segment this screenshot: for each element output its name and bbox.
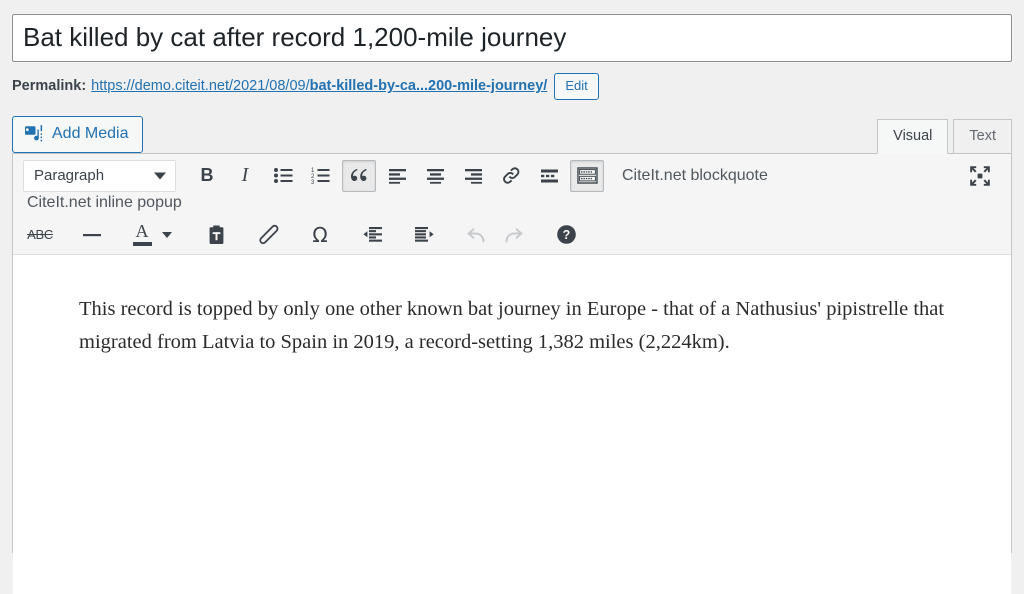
add-media-label: Add Media (52, 124, 129, 142)
toolbar-row-3: ABC A Ω ? (13, 216, 1011, 254)
permalink-url-prefix: https://demo.citeit.net/2021/08/09/ (91, 78, 310, 95)
permalink-label: Permalink: (12, 78, 87, 95)
align-right-icon (464, 168, 483, 184)
numbered-list-icon: 1 2 3 (311, 167, 331, 184)
strikethrough-glyph: ABC (27, 227, 53, 243)
toolbar-row-1: Paragraph B I 1 2 3 CiteIt.net blockquot… (13, 154, 1011, 194)
special-character-button[interactable]: Ω (303, 219, 337, 251)
fullscreen-button[interactable] (963, 160, 997, 192)
redo-button[interactable] (497, 219, 531, 251)
editor-mode-tabs: Visual Text (877, 118, 1012, 154)
strikethrough-button[interactable]: ABC (23, 219, 57, 251)
keyboard-icon (576, 167, 598, 184)
bullet-list-icon (273, 167, 293, 184)
chevron-down-icon (162, 231, 172, 238)
horizontal-line-button[interactable] (75, 219, 109, 251)
permalink-row: Permalink: https://demo.citeit.net/2021/… (0, 62, 1024, 100)
citeit-blockquote-button[interactable] (570, 159, 604, 192)
citeit-inline-popup-label: CiteIt.net inline popup (27, 193, 182, 211)
keyboard-shortcuts-button[interactable]: ? (549, 219, 583, 251)
add-media-button[interactable]: Add Media (12, 115, 143, 153)
outdent-icon (362, 226, 383, 243)
italic-glyph: I (241, 164, 249, 187)
align-left-button[interactable] (380, 160, 414, 192)
decrease-indent-button[interactable] (355, 219, 389, 251)
tab-text[interactable]: Text (953, 118, 1012, 154)
text-color-swatch (132, 241, 152, 246)
align-left-icon (388, 168, 407, 184)
align-center-button[interactable] (418, 160, 452, 192)
redo-icon (503, 225, 525, 245)
numbered-list-button[interactable]: 1 2 3 (304, 160, 338, 192)
undo-button[interactable] (459, 219, 493, 251)
undo-icon (465, 225, 487, 245)
insert-link-button[interactable] (494, 160, 528, 192)
omega-icon: Ω (312, 222, 328, 247)
permalink-url[interactable]: https://demo.citeit.net/2021/08/09/bat-k… (91, 78, 547, 94)
title-field-wrapper (0, 0, 1024, 62)
increase-indent-button[interactable] (407, 219, 441, 251)
svg-text:3: 3 (311, 180, 315, 184)
media-icon (24, 124, 44, 144)
bold-button[interactable]: B (190, 160, 224, 192)
format-select-value: Paragraph (34, 166, 105, 184)
editor-content-area[interactable]: This record is topped by only one other … (13, 254, 1011, 594)
text-color-button[interactable]: A (127, 219, 157, 251)
link-icon (501, 165, 522, 186)
align-right-button[interactable] (456, 160, 490, 192)
blockquote-button[interactable] (342, 159, 376, 192)
tab-visual[interactable]: Visual (877, 118, 949, 154)
eraser-icon (258, 224, 279, 245)
clipboard-icon (207, 225, 226, 245)
format-select[interactable]: Paragraph (23, 159, 176, 192)
post-title-input[interactable] (12, 14, 1012, 62)
editor-toolbars: Paragraph B I 1 2 3 CiteIt.net blockquot… (13, 153, 1011, 255)
italic-button[interactable]: I (228, 160, 262, 192)
indent-icon (414, 226, 435, 243)
tinymce-editor: Paragraph B I 1 2 3 CiteIt.net blockquot… (12, 152, 1012, 594)
paste-as-text-button[interactable] (199, 219, 233, 251)
align-center-icon (426, 168, 445, 184)
fullscreen-icon (969, 165, 991, 187)
read-more-icon (540, 168, 559, 184)
permalink-url-slug: bat-killed-by-ca...200-mile-journey/ (309, 78, 548, 95)
hr-icon (82, 232, 102, 238)
editor-paragraph: This record is topped by only one other … (79, 297, 945, 353)
text-color-dropdown-button[interactable] (157, 219, 177, 251)
post-editor-screen: Permalink: https://demo.citeit.net/2021/… (0, 0, 1024, 594)
text-color-icon: A (135, 220, 149, 241)
media-and-tabs-row: Add Media Visual Text (0, 100, 1024, 154)
clear-formatting-button[interactable] (251, 219, 285, 251)
bold-glyph: B (200, 165, 214, 186)
help-icon: ? (556, 224, 577, 245)
quote-icon (349, 167, 369, 185)
svg-text:?: ? (562, 228, 570, 242)
bulleted-list-button[interactable] (266, 160, 300, 192)
permalink-edit-button[interactable]: Edit (554, 73, 599, 100)
read-more-button[interactable] (532, 160, 566, 192)
citeit-blockquote-label: CiteIt.net blockquote (622, 166, 768, 184)
format-select-wrapper: Paragraph (23, 159, 176, 192)
